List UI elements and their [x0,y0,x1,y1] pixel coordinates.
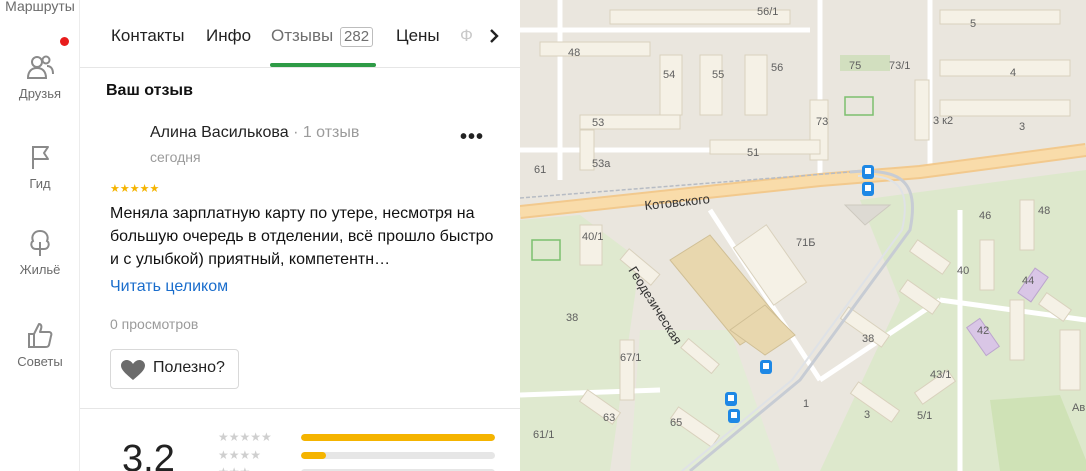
house-number: 46 [979,210,991,222]
map-view[interactable]: Котовского Геодезическая 56/1 48 54 55 5… [520,0,1086,471]
your-review-title: Ваш отзыв [106,82,193,99]
routes-nav-item[interactable]: Маршруты [0,0,80,14]
house-number: 53а [592,158,611,170]
tab-photos[interactable]: Ф [460,26,473,46]
house-number: 44 [1022,275,1034,287]
house-number: 3 [864,409,870,421]
house-number: 43/1 [930,369,951,381]
friends-icon [26,55,54,79]
routes-label: Маршруты [5,0,75,14]
house-number: 42 [977,325,989,337]
tab-reviews[interactable]: Отзывы 282 [271,26,374,47]
rating-row-5-bar [301,434,495,441]
guide-nav-item[interactable]: Гид [0,142,80,191]
house-number: 38 [862,333,874,345]
rating-row-4-fill [301,452,327,459]
guide-label: Гид [29,176,51,191]
house-number: 55 [712,69,724,81]
rating-row-4-bar [301,452,495,459]
review-rating-stars: ★★★★★ [110,183,160,195]
heart-icon [121,360,145,380]
house-number: 5 [970,18,976,30]
useful-label: Полезно? [153,359,225,376]
house-number: 65 [670,417,682,429]
friends-nav-item[interactable]: Друзья [0,52,80,101]
review-author: Алина Василькова · 1 отзыв [150,124,359,142]
house-number: 1 [803,398,809,410]
house-number: 54 [663,69,675,81]
house-number: 63 [603,412,615,424]
house-number: 75 [849,60,861,72]
tips-nav-item[interactable]: Советы [0,320,80,369]
active-tab-indicator [270,63,376,67]
average-rating: 3.2 [122,438,175,471]
house-number: 4 [1010,67,1016,79]
rating-row-5-fill [301,434,495,441]
house-number: 40/1 [582,231,603,243]
tab-bar: Контакты Инфо Отзывы 282 Цены Ф [80,0,520,68]
house-number: 61/1 [533,429,554,441]
house-number: 51 [747,147,759,159]
section-divider [80,408,520,409]
review-text: Меняла зарплатную карту по утере, несмот… [110,205,494,268]
house-number: 48 [1038,205,1050,217]
tab-contacts[interactable]: Контакты [111,26,184,46]
author-name[interactable]: Алина Василькова [150,124,289,141]
left-rail: Маршруты Друзья Гид Жильё Советы [0,0,80,471]
tab-prices[interactable]: Цены [396,26,440,46]
friends-label: Друзья [18,86,62,101]
reviews-count-badge: 282 [340,27,374,47]
map-canvas[interactable]: Котовского Геодезическая 56/1 48 54 55 5… [520,0,1086,471]
chevron-right-icon[interactable] [484,26,504,46]
tab-reviews-label: Отзывы [271,26,334,45]
tab-info[interactable]: Инфо [206,26,251,46]
rating-row-4-stars: ★★★★ [218,448,262,462]
house-number: 3 к2 [933,115,953,127]
house-number: 53 [592,117,604,129]
tree-icon [30,229,50,256]
house-number: 56/1 [757,6,778,18]
review-date: сегодня [150,149,201,165]
more-options-icon[interactable]: ••• [460,126,490,148]
notification-dot [60,37,69,46]
house-number: 71Б [796,237,815,249]
house-number: 3 [1019,121,1025,133]
thumbs-up-icon [28,323,53,348]
house-number: 56 [771,62,783,74]
house-number: 48 [568,47,580,59]
read-more-link[interactable]: Читать целиком [110,278,228,296]
house-number: 40 [957,265,969,277]
useful-button[interactable]: Полезно? [110,349,239,389]
author-review-count: · 1 отзыв [293,124,360,141]
rating-row-5-stars: ★★★★★ [218,430,272,444]
house-number: 67/1 [620,352,641,364]
house-number: 5/1 [917,410,932,422]
housing-label: Жильё [19,262,61,277]
review-views: 0 просмотров [110,316,199,332]
tips-label: Советы [17,354,63,369]
house-number: 73/1 [889,60,910,72]
house-number: Ав [1072,402,1085,414]
house-number: 61 [534,164,546,176]
housing-nav-item[interactable]: Жильё [0,228,80,277]
org-card-panel: Контакты Инфо Отзывы 282 Цены Ф Ваш отзы… [80,0,520,471]
house-number: 73 [816,116,828,128]
rating-row-3-stars: ★★★ [218,465,250,471]
house-number: 38 [566,312,578,324]
flag-icon [32,146,49,169]
